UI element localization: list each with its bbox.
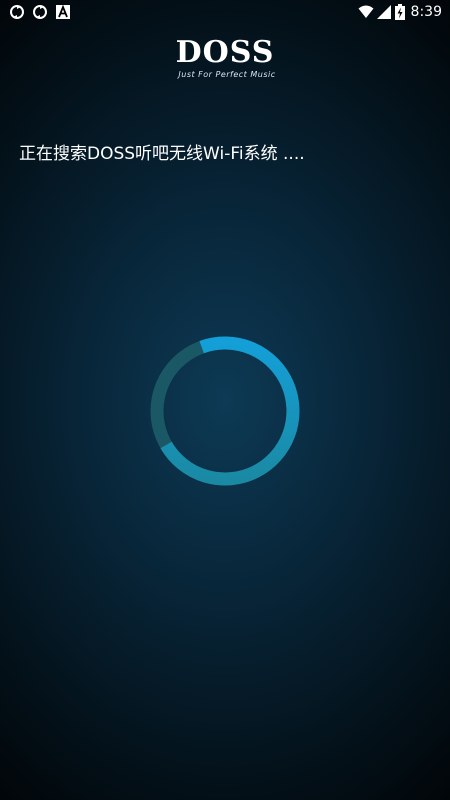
signal-icon (377, 5, 391, 19)
brand-logo: DOSS Just For Perfect Music (0, 35, 450, 80)
wifi-icon (358, 5, 374, 18)
logo-text: DOSS (175, 35, 275, 70)
battery-charging-icon (395, 4, 405, 20)
font-icon (56, 4, 70, 19)
status-time: 8:39 (410, 4, 442, 20)
app-screen: 8:39 DOSS Just For Perfect Music 正在搜索DOS… (0, 0, 450, 800)
loading-spinner (150, 336, 300, 486)
sync-icon (10, 5, 24, 19)
status-bar: 8:39 (0, 0, 450, 24)
search-status-text: 正在搜索DOSS听吧无线Wi-Fi系统 .... (19, 144, 305, 164)
logo-tagline: Just For Perfect Music (178, 70, 276, 79)
sync-icon (33, 5, 47, 19)
